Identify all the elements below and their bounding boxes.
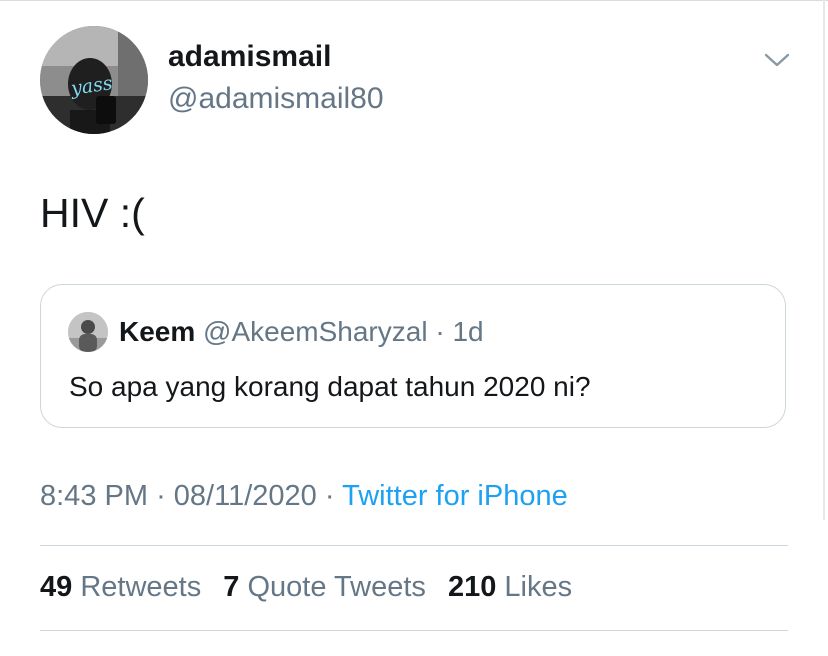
likes-stat[interactable]: 210 Likes: [448, 571, 572, 603]
author-display-name[interactable]: adamismail: [168, 40, 331, 74]
top-divider: [0, 0, 828, 1]
tweet-detail-page: yass adamismail @adamismail80 HIV :( Kee…: [0, 0, 828, 656]
meta-separator: ·: [156, 480, 166, 512]
tweet-time: 8:43 PM: [40, 480, 148, 512]
stats-top-divider: [40, 545, 788, 546]
author-handle[interactable]: @adamismail80: [168, 82, 384, 116]
retweets-count: 49: [40, 571, 73, 603]
quoted-author-avatar: [68, 312, 108, 352]
chevron-down-icon[interactable]: [762, 48, 792, 72]
retweets-stat[interactable]: 49 Retweets: [40, 571, 209, 603]
stats-bottom-divider: [40, 630, 788, 631]
quoted-age: 1d: [452, 316, 484, 347]
quoted-tweet-header: Keem @AkeemSharyzal · 1d: [119, 315, 484, 349]
tweet-stats: 49 Retweets 7 Quote Tweets 210 Likes: [40, 571, 586, 604]
quoted-avatar-photo: [68, 312, 108, 352]
quoted-tweet-card[interactable]: Keem @AkeemSharyzal · 1d So apa yang kor…: [40, 284, 786, 428]
author-avatar[interactable]: yass: [40, 26, 148, 134]
quoted-display-name: Keem: [119, 316, 196, 347]
quoted-handle: @AkeemSharyzal: [203, 316, 428, 347]
meta-separator: ·: [324, 480, 335, 512]
quote-tweets-stat[interactable]: 7 Quote Tweets: [223, 571, 434, 603]
tweet-meta: 8:43 PM · 08/11/2020 · Twitter for iPhon…: [40, 480, 568, 513]
scrollbar-track: [823, 0, 825, 520]
tweet-text: HIV :(: [40, 190, 145, 236]
avatar-photo: yass: [40, 26, 148, 134]
tweet-date: 08/11/2020: [173, 480, 317, 512]
tweet-source-link[interactable]: Twitter for iPhone: [342, 480, 568, 512]
retweets-label: Retweets: [80, 571, 202, 603]
quote-tweets-count: 7: [223, 571, 240, 603]
likes-count: 210: [447, 571, 497, 603]
quoted-separator: ·: [435, 316, 445, 347]
quote-tweets-label: Quote Tweets: [247, 571, 426, 603]
quoted-tweet-text: So apa yang korang dapat tahun 2020 ni?: [69, 371, 591, 402]
likes-label: Likes: [504, 571, 573, 603]
